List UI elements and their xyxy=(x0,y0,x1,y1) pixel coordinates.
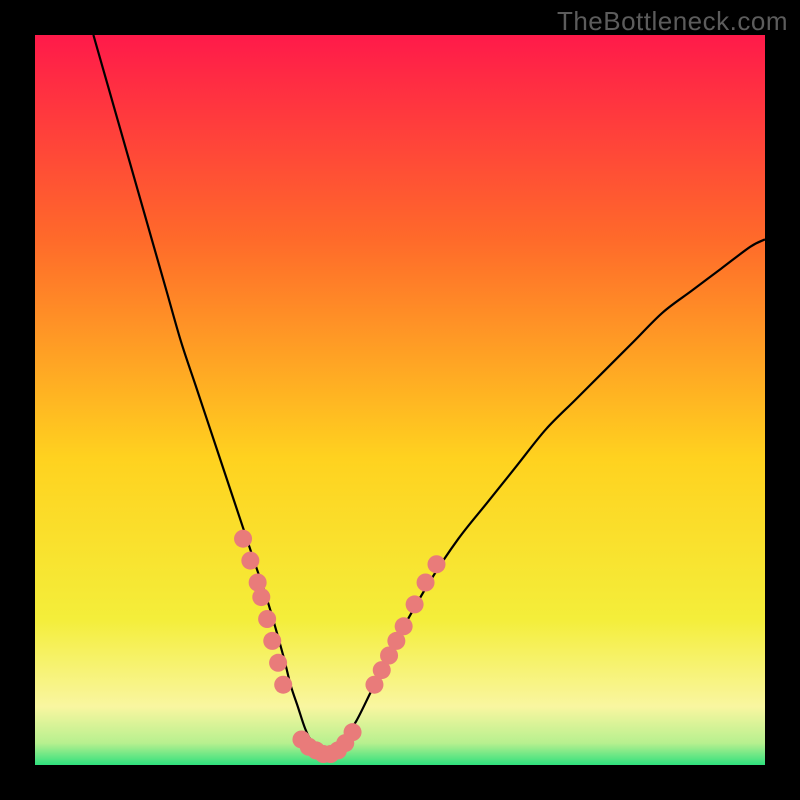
marker-dot xyxy=(258,610,276,628)
marker-dot xyxy=(274,676,292,694)
marker-dot xyxy=(395,617,413,635)
marker-dot xyxy=(252,588,270,606)
gradient-background xyxy=(35,35,765,765)
marker-dot xyxy=(428,555,446,573)
plot-svg xyxy=(35,35,765,765)
marker-dot xyxy=(241,552,259,570)
marker-dot xyxy=(417,574,435,592)
chart-frame: TheBottleneck.com xyxy=(0,0,800,800)
marker-dot xyxy=(344,723,362,741)
marker-dot xyxy=(234,530,252,548)
marker-dot xyxy=(269,654,287,672)
marker-dot xyxy=(406,595,424,613)
watermark-text: TheBottleneck.com xyxy=(557,6,788,37)
marker-dot xyxy=(263,632,281,650)
plot-area xyxy=(35,35,765,765)
